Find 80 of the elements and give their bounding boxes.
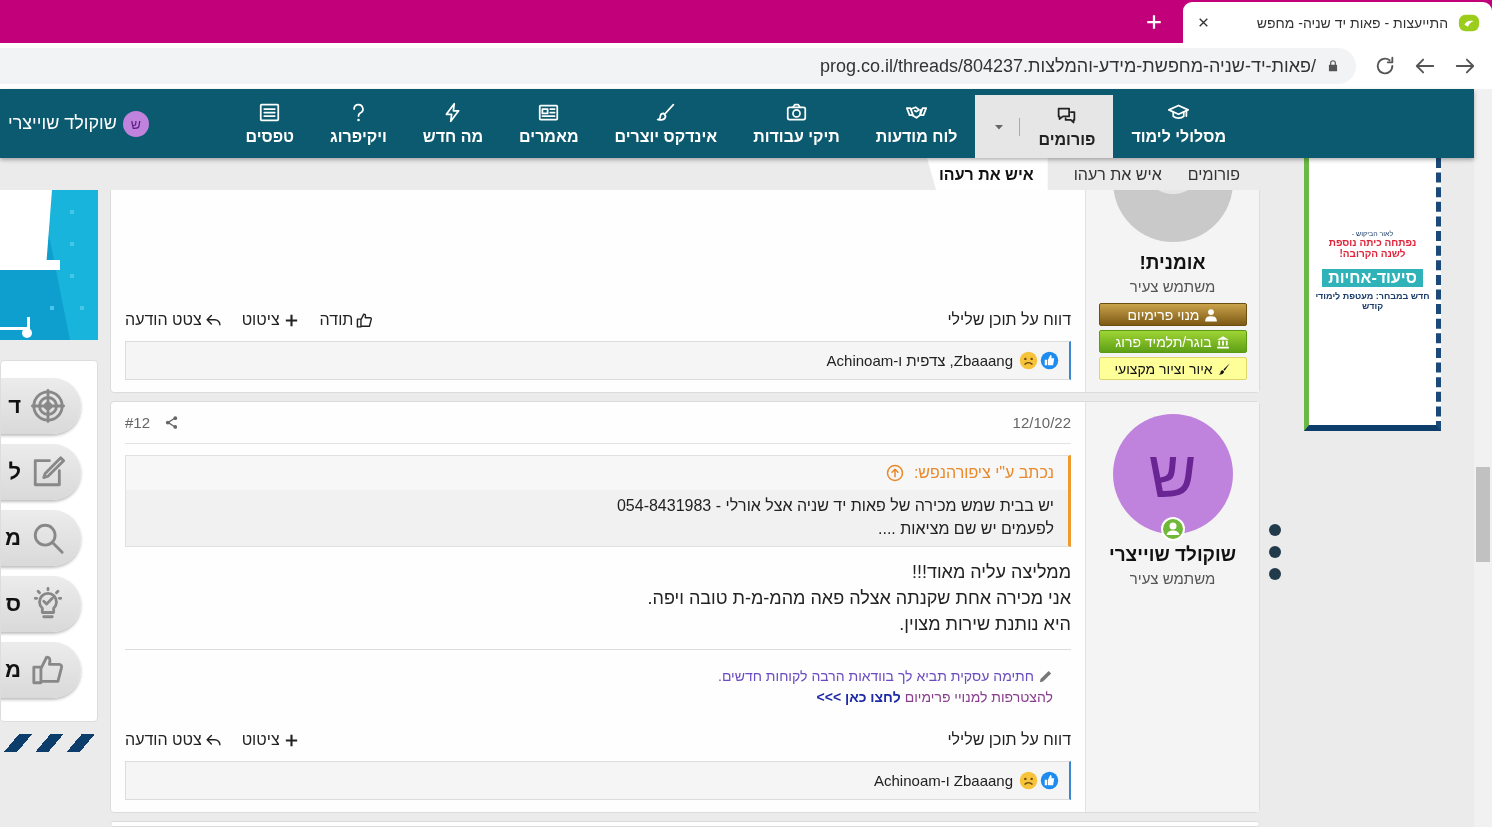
quote-button[interactable]: ציטוט bbox=[241, 311, 300, 329]
reload-icon[interactable] bbox=[1374, 55, 1396, 77]
post-text: ממליצה עליה מאוד!!! bbox=[910, 561, 1071, 584]
post-date: 12/10/22 bbox=[1012, 414, 1071, 431]
sad-face-icon bbox=[1019, 771, 1038, 790]
breadcrumb-link[interactable]: פורומים bbox=[1187, 166, 1240, 190]
signature-link[interactable]: לחצו כאן >>> bbox=[816, 689, 901, 705]
lightbulb-icon bbox=[31, 587, 65, 621]
badge-label: בוגר/תלמיד פרוג bbox=[1115, 333, 1212, 350]
nav-tab[interactable]: אינדקס יוצרים bbox=[596, 89, 736, 158]
list-icon bbox=[259, 101, 281, 123]
nav-tab[interactable]: מאמרים bbox=[501, 89, 597, 158]
breadcrumb-link[interactable]: איש את רעהו bbox=[927, 158, 1048, 190]
signature-text: חתימה עסקית תביא לך בוודאות הרבה לקוחות חדשים. bbox=[718, 668, 1034, 684]
post-text: אני מכירה אחת שקנתה אצלה פאה מהמ-מ-ת טובה ויפה. bbox=[646, 587, 1071, 610]
search-icon bbox=[31, 521, 65, 555]
nav-tab[interactable]: מסלולי לימוד bbox=[1113, 89, 1244, 158]
signature-text: להצטרפות למנויי פרימיום bbox=[904, 689, 1053, 705]
user-title: משתמש צעיר bbox=[1129, 278, 1216, 295]
thumbs-up-icon bbox=[31, 653, 65, 687]
ad-text: נפתחה כיתה נוספת bbox=[1328, 237, 1417, 248]
user-menu[interactable]: ש שוקולד שוייצרי bbox=[0, 89, 149, 158]
nav-tab[interactable]: תיקי עבודות bbox=[735, 89, 858, 158]
ad-text: חדש במבחר: מעטפת לימודי קודש bbox=[1314, 291, 1431, 311]
browser-tab[interactable]: התייעצות - פאות יד שניה- מחפש bbox=[1183, 2, 1492, 43]
quote-button[interactable]: ציטוט bbox=[241, 731, 300, 749]
reply-button[interactable]: צטט הודעה bbox=[125, 731, 222, 749]
user-name: שוקולד שוייצרי bbox=[8, 113, 117, 134]
reactions-text: Zbaaang, צדפית ו-Achinoam bbox=[826, 352, 1013, 369]
breadcrumb-link[interactable]: איש את רעהו bbox=[1073, 166, 1162, 190]
camera-icon bbox=[786, 101, 808, 123]
sidebar-tool-button[interactable]: ס bbox=[1, 576, 81, 632]
scrollbar[interactable] bbox=[1474, 89, 1492, 827]
target-icon bbox=[31, 389, 65, 423]
person-icon bbox=[1203, 307, 1218, 322]
nav-tab[interactable]: מה חדש bbox=[404, 89, 502, 158]
lock-icon bbox=[1326, 59, 1340, 73]
sidebar-tool-button[interactable]: מ bbox=[1, 642, 81, 698]
thumbs-up-icon bbox=[356, 311, 374, 329]
badge-label: איור וציור מקצועי bbox=[1114, 360, 1213, 377]
user-name[interactable]: אומנית! bbox=[1139, 252, 1206, 274]
dots-menu-icon[interactable] bbox=[1269, 524, 1281, 580]
ad-text: סיעוד-אחיות bbox=[1322, 269, 1423, 287]
share-icon[interactable] bbox=[164, 415, 180, 430]
quote-text: יש בבית שמש מכירה של פאות יד שניה אצל אורלי - 054-8431983 bbox=[615, 496, 1054, 516]
like-icon bbox=[1040, 771, 1059, 790]
sad-face-icon bbox=[1019, 351, 1038, 370]
brush-icon bbox=[655, 101, 677, 123]
reactions-text: Zbaaang ו-Achinoam bbox=[874, 772, 1013, 789]
sidebar-tool-button[interactable]: ד bbox=[1, 378, 81, 434]
sidebar-tool-button[interactable]: ל bbox=[1, 444, 81, 500]
badge-label: מנוי פרימיום bbox=[1127, 306, 1200, 323]
thanks-button[interactable]: תודה bbox=[319, 311, 374, 329]
reactions-bar[interactable]: Zbaaang, צדפית ו-Achinoam bbox=[125, 341, 1071, 380]
avatar: ש bbox=[122, 110, 149, 137]
quote-author: נכתב ע"י ציפורהנפש: bbox=[913, 464, 1054, 482]
edit-icon bbox=[31, 455, 65, 489]
nav-tab[interactable]: פורומים bbox=[975, 95, 1114, 158]
sidebar-tool-button[interactable]: מ bbox=[1, 510, 81, 566]
nav-tab[interactable]: ויקיפרוג bbox=[312, 89, 405, 158]
like-icon bbox=[1040, 351, 1059, 370]
plus-icon[interactable] bbox=[1145, 12, 1163, 31]
bank-icon bbox=[1215, 334, 1230, 349]
address-field[interactable]: prog.co.il/threads/804237.פאות-יד-שניה-מחפשת-מידע-והמלצות/ bbox=[0, 48, 1356, 84]
close-icon[interactable] bbox=[1197, 16, 1210, 29]
reactions-bar[interactable]: Zbaaang ו-Achinoam bbox=[125, 761, 1071, 800]
pencil-icon bbox=[1038, 668, 1053, 684]
scrollbar-thumb[interactable] bbox=[1476, 467, 1490, 562]
user-title: משתמש צעיר bbox=[1129, 570, 1216, 587]
report-link[interactable]: דווח על תוכן שלילי bbox=[947, 311, 1071, 329]
ad-text: לשנה הקרובה! bbox=[1339, 248, 1406, 259]
quote-text: לפעמים יש שם מציאות .... bbox=[877, 519, 1054, 539]
nav-tab[interactable]: טפסים bbox=[227, 89, 313, 158]
reply-button[interactable]: צטט הודעה bbox=[125, 311, 222, 329]
report-link[interactable]: דווח על תוכן שלילי bbox=[947, 731, 1071, 749]
post-number-link[interactable]: #12 bbox=[125, 414, 151, 431]
post-text: היא נותנת שירות מצוין. bbox=[898, 613, 1071, 636]
user-name[interactable]: שוקולד שוייצרי bbox=[1108, 544, 1237, 566]
nav-tab[interactable]: לוח מודעות bbox=[857, 89, 976, 158]
tab-title: התייעצות - פאות יד שניה- מחפש bbox=[1255, 14, 1448, 31]
